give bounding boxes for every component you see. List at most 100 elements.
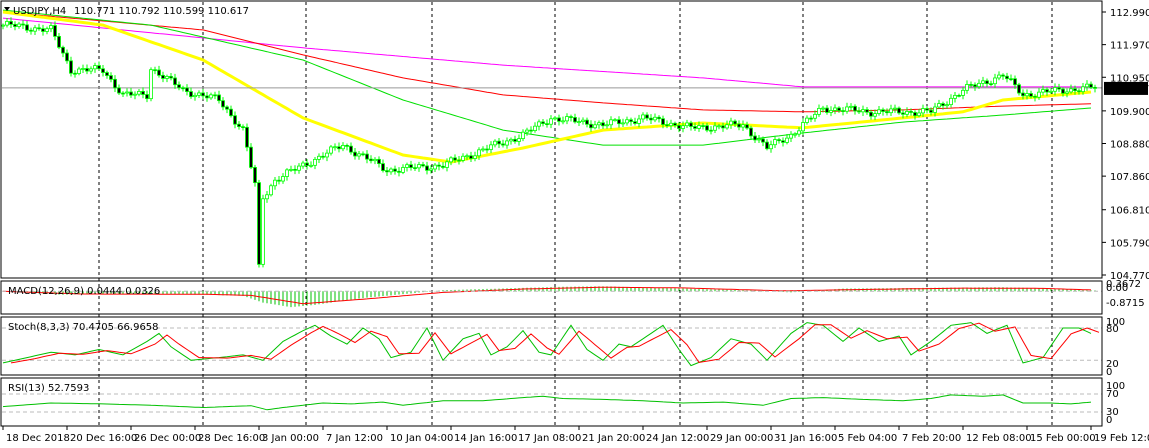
candle-body xyxy=(977,82,981,88)
candle-body xyxy=(553,117,557,120)
candle-body xyxy=(489,144,493,150)
candle-body xyxy=(961,89,965,96)
candle-body xyxy=(285,169,289,177)
candle-body xyxy=(385,170,389,173)
candle-body xyxy=(853,105,857,112)
candle-body xyxy=(269,185,273,196)
candle-body xyxy=(201,92,205,97)
panel-frames xyxy=(0,0,1103,427)
candle-body xyxy=(321,155,325,158)
candle-body xyxy=(857,110,861,113)
candle-body xyxy=(293,168,297,171)
candle-body xyxy=(21,23,25,26)
candle-body xyxy=(425,165,429,171)
candle-body xyxy=(85,68,89,72)
candle-body xyxy=(577,121,581,123)
y-tick-label: 107.860 xyxy=(1110,172,1149,183)
candle-body xyxy=(125,91,129,94)
candle-body xyxy=(601,122,605,127)
candle-body xyxy=(701,125,705,127)
candle-body xyxy=(1085,83,1089,88)
candle-body xyxy=(437,164,441,167)
candle-body xyxy=(413,167,417,169)
x-tick-label: 19 Feb 12:00 xyxy=(1094,433,1149,444)
candle-body xyxy=(665,124,669,127)
trading-chart: 112.990111.970110.950109.900108.880107.8… xyxy=(0,0,1149,444)
candle-body xyxy=(717,125,721,128)
candle-body xyxy=(409,164,413,168)
candle-body xyxy=(997,74,1001,79)
candle-body xyxy=(353,151,357,157)
candle-body xyxy=(93,65,97,70)
candle-body xyxy=(225,106,229,110)
candle-body xyxy=(781,140,785,143)
candle-body xyxy=(73,72,77,75)
candle-body xyxy=(393,168,397,172)
candle-body xyxy=(81,68,85,70)
candle-body xyxy=(1061,88,1065,94)
candle-body xyxy=(157,69,161,76)
x-tick-label: 21 Jan 20:00 xyxy=(582,433,645,444)
candle-body xyxy=(545,123,549,125)
candle-body xyxy=(1025,93,1029,97)
candle-body xyxy=(89,68,93,72)
candle-body xyxy=(117,87,121,94)
candle-body xyxy=(705,125,709,131)
candle-body xyxy=(885,111,889,114)
candle-body xyxy=(325,152,329,158)
candle-body xyxy=(1029,93,1033,97)
candle-body xyxy=(785,137,789,143)
candle-body xyxy=(277,179,281,182)
candle-body xyxy=(113,78,117,89)
candle-body xyxy=(597,122,601,126)
candle-body xyxy=(493,140,497,146)
y-tick-label: 111.970 xyxy=(1110,41,1149,52)
candle-body xyxy=(213,94,217,97)
candle-body xyxy=(589,123,593,129)
candle-body xyxy=(529,129,533,132)
candle-body xyxy=(177,84,181,89)
candle-body xyxy=(565,116,569,122)
candle-body xyxy=(953,94,957,99)
candle-body xyxy=(981,80,985,84)
candle-body xyxy=(1049,90,1053,93)
candle-body xyxy=(697,125,701,129)
candle-body xyxy=(1017,84,1021,94)
ma-slow-line xyxy=(2,11,1092,113)
candle-body xyxy=(461,155,465,161)
candle-body xyxy=(729,120,733,126)
candle-body xyxy=(841,110,845,112)
candle-body xyxy=(517,138,521,142)
candle-body xyxy=(709,129,713,132)
candle-body xyxy=(693,126,697,129)
candle-body xyxy=(149,69,153,100)
x-tick-label: 29 Jan 00:00 xyxy=(710,433,773,444)
candle-body xyxy=(537,121,541,127)
candle-body xyxy=(797,130,801,135)
candle-body xyxy=(29,29,33,32)
candle-body xyxy=(969,84,973,86)
candle-body xyxy=(173,77,177,86)
candle-body xyxy=(1089,83,1093,88)
candle-body xyxy=(677,124,681,129)
candle-body xyxy=(773,139,777,146)
candle-body xyxy=(689,122,693,127)
candle-body xyxy=(49,25,53,30)
candle-body xyxy=(469,155,473,159)
candle-body xyxy=(1001,74,1005,77)
candle-body xyxy=(345,145,349,147)
candle-body xyxy=(721,125,725,129)
candle-body xyxy=(373,158,377,162)
candle-body xyxy=(817,107,821,115)
candle-body xyxy=(405,164,409,168)
candle-body xyxy=(621,122,625,125)
candle-body xyxy=(905,111,909,115)
candle-body xyxy=(913,112,917,117)
candle-body xyxy=(897,107,901,114)
candle-body xyxy=(249,146,253,168)
candle-body xyxy=(513,138,517,142)
candle-body xyxy=(317,155,321,160)
rsi-tick-label: 0 xyxy=(1106,415,1112,426)
x-tick-label: 5 Feb 04:00 xyxy=(838,433,897,444)
candle-body xyxy=(261,198,265,265)
